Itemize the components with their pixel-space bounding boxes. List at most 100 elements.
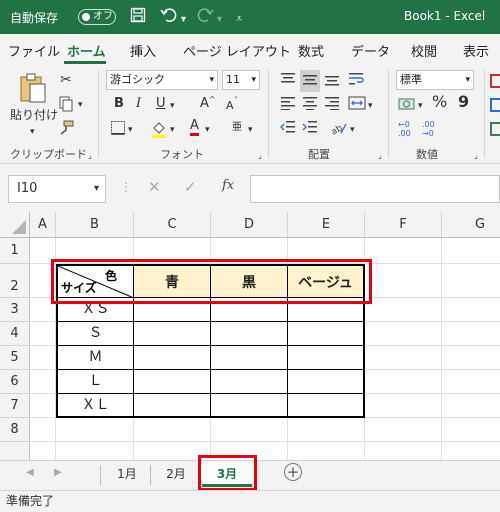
grid-cell[interactable] bbox=[30, 418, 56, 442]
tab-formulas[interactable]: 数式 bbox=[298, 41, 324, 60]
align-middle-icon[interactable] bbox=[300, 70, 320, 92]
scroll-left-icon[interactable]: ◀ bbox=[26, 467, 34, 478]
clipboard-launcher-icon[interactable]: ⌟ bbox=[88, 148, 92, 164]
font-size-combo[interactable]: 11 ▾ bbox=[222, 70, 260, 90]
row-header-1[interactable]: 1 bbox=[0, 238, 30, 264]
row-header-8[interactable]: 8 bbox=[0, 418, 30, 442]
decrease-decimal-icon[interactable]: .00 →0 bbox=[422, 120, 435, 138]
row-header-5[interactable]: 5 bbox=[0, 346, 30, 370]
grid-cell[interactable] bbox=[211, 418, 288, 442]
table-cell[interactable] bbox=[288, 322, 365, 346]
grid-cell[interactable] bbox=[365, 298, 442, 322]
merge-dropdown-icon[interactable]: ▾ bbox=[368, 98, 373, 114]
format-painter-icon[interactable] bbox=[58, 120, 74, 140]
column-header-g[interactable]: G bbox=[442, 212, 500, 238]
sheet-tab-2[interactable]: 2月 bbox=[154, 461, 198, 487]
format-as-table-icon[interactable] bbox=[490, 98, 500, 112]
name-box[interactable]: I10 ▾ bbox=[8, 175, 106, 203]
size-cell[interactable]: Ｌ bbox=[56, 370, 134, 394]
grid-cell[interactable] bbox=[134, 238, 211, 264]
grid-cell[interactable] bbox=[288, 442, 365, 460]
tab-page-layout[interactable]: ページ レイアウト bbox=[183, 41, 291, 60]
borders-dropdown-icon[interactable]: ▾ bbox=[128, 122, 133, 138]
phonetic-dropdown-icon[interactable]: ▾ bbox=[248, 122, 253, 138]
grid-cell[interactable] bbox=[365, 264, 442, 298]
merge-center-icon[interactable] bbox=[348, 96, 366, 114]
increase-decimal-icon[interactable]: ←0.00 bbox=[398, 120, 411, 138]
orientation-dropdown-icon[interactable]: ▾ bbox=[350, 122, 355, 138]
copy-dropdown-icon[interactable]: ▾ bbox=[78, 97, 83, 113]
size-cell[interactable]: ＸＳ bbox=[56, 298, 134, 322]
number-launcher-icon[interactable]: ⌟ bbox=[474, 148, 478, 164]
shrink-font-button[interactable]: A bbox=[226, 98, 234, 114]
grid-cell[interactable] bbox=[442, 238, 500, 264]
grid-cell[interactable] bbox=[288, 238, 365, 264]
cut-icon[interactable]: ✂ bbox=[60, 72, 72, 88]
alignment-launcher-icon[interactable]: ⌟ bbox=[378, 148, 382, 164]
grid-cell[interactable] bbox=[30, 298, 56, 322]
grid-cell[interactable] bbox=[211, 442, 288, 460]
grid-cell[interactable] bbox=[442, 442, 500, 460]
number-format-combo[interactable]: 標準 ▾ bbox=[396, 70, 474, 90]
insert-function-button[interactable]: fx bbox=[222, 178, 234, 193]
grid-cell[interactable] bbox=[365, 418, 442, 442]
underline-dropdown-icon[interactable]: ▾ bbox=[170, 98, 175, 114]
undo-icon[interactable] bbox=[160, 7, 178, 27]
chevron-down-icon[interactable]: ▾ bbox=[94, 176, 99, 202]
row-header-7[interactable]: 7 bbox=[0, 394, 30, 418]
column-header-a[interactable]: A bbox=[30, 212, 56, 238]
add-sheet-icon[interactable]: + bbox=[284, 463, 302, 481]
column-header-b[interactable]: B bbox=[56, 212, 134, 238]
comma-style-button[interactable]: 9 bbox=[458, 94, 469, 110]
accounting-format-icon[interactable] bbox=[398, 96, 416, 116]
grid-cell[interactable] bbox=[56, 442, 134, 460]
grow-font-button[interactable]: A bbox=[200, 96, 209, 112]
select-all-corner[interactable] bbox=[0, 212, 30, 238]
align-left-icon[interactable] bbox=[280, 96, 296, 114]
table-cell[interactable] bbox=[288, 298, 365, 322]
table-cell[interactable] bbox=[134, 370, 211, 394]
tab-data[interactable]: データ bbox=[351, 41, 390, 60]
grid-cell[interactable] bbox=[442, 370, 500, 394]
color-header-cell[interactable]: ベージュ bbox=[288, 264, 365, 298]
grid-cell[interactable] bbox=[442, 394, 500, 418]
paste-label[interactable]: 貼り付け bbox=[10, 107, 58, 123]
row-header-9[interactable] bbox=[0, 442, 30, 460]
tab-home[interactable]: ホーム bbox=[67, 41, 106, 60]
table-cell[interactable] bbox=[211, 346, 288, 370]
paste-icon[interactable] bbox=[18, 72, 48, 108]
worksheet-grid[interactable]: A B C D E F G 1 2 3 4 5 6 7 8 色 サイズ 青 黒 … bbox=[0, 212, 500, 460]
accounting-dropdown-icon[interactable]: ▾ bbox=[418, 98, 423, 114]
grid-cell[interactable] bbox=[30, 322, 56, 346]
grid-cell[interactable] bbox=[134, 418, 211, 442]
grid-cell[interactable] bbox=[442, 264, 500, 298]
grid-cell[interactable] bbox=[288, 418, 365, 442]
color-header-cell[interactable]: 黒 bbox=[211, 264, 288, 298]
row-header-6[interactable]: 6 bbox=[0, 370, 30, 394]
table-cell[interactable] bbox=[211, 370, 288, 394]
conditional-format-icon[interactable] bbox=[490, 74, 500, 88]
align-right-icon[interactable] bbox=[324, 96, 340, 114]
grid-cell[interactable] bbox=[442, 322, 500, 346]
table-cell[interactable] bbox=[288, 346, 365, 370]
table-cell[interactable] bbox=[211, 394, 288, 418]
grid-cell[interactable] bbox=[365, 442, 442, 460]
column-header-d[interactable]: D bbox=[211, 212, 288, 238]
table-cell[interactable] bbox=[134, 346, 211, 370]
save-icon[interactable] bbox=[130, 7, 146, 27]
customize-qat-icon[interactable]: ⩡ bbox=[236, 10, 242, 28]
diagonal-header-cell[interactable]: 色 サイズ bbox=[56, 264, 134, 298]
grid-cell[interactable] bbox=[30, 370, 56, 394]
autosave-toggle[interactable]: オフ bbox=[78, 9, 116, 25]
undo-dropdown-icon[interactable]: ▾ bbox=[181, 11, 186, 29]
grid-cell[interactable] bbox=[30, 394, 56, 418]
size-cell[interactable]: ＸＬ bbox=[56, 394, 134, 418]
tab-file[interactable]: ファイル bbox=[8, 41, 60, 60]
row-header-4[interactable]: 4 bbox=[0, 322, 30, 346]
table-cell[interactable] bbox=[134, 322, 211, 346]
grid-cell[interactable] bbox=[365, 346, 442, 370]
sheet-tab-3-active[interactable]: 3月 bbox=[202, 461, 252, 487]
grid-cell[interactable] bbox=[365, 394, 442, 418]
borders-icon[interactable] bbox=[110, 120, 126, 140]
table-cell[interactable] bbox=[211, 298, 288, 322]
